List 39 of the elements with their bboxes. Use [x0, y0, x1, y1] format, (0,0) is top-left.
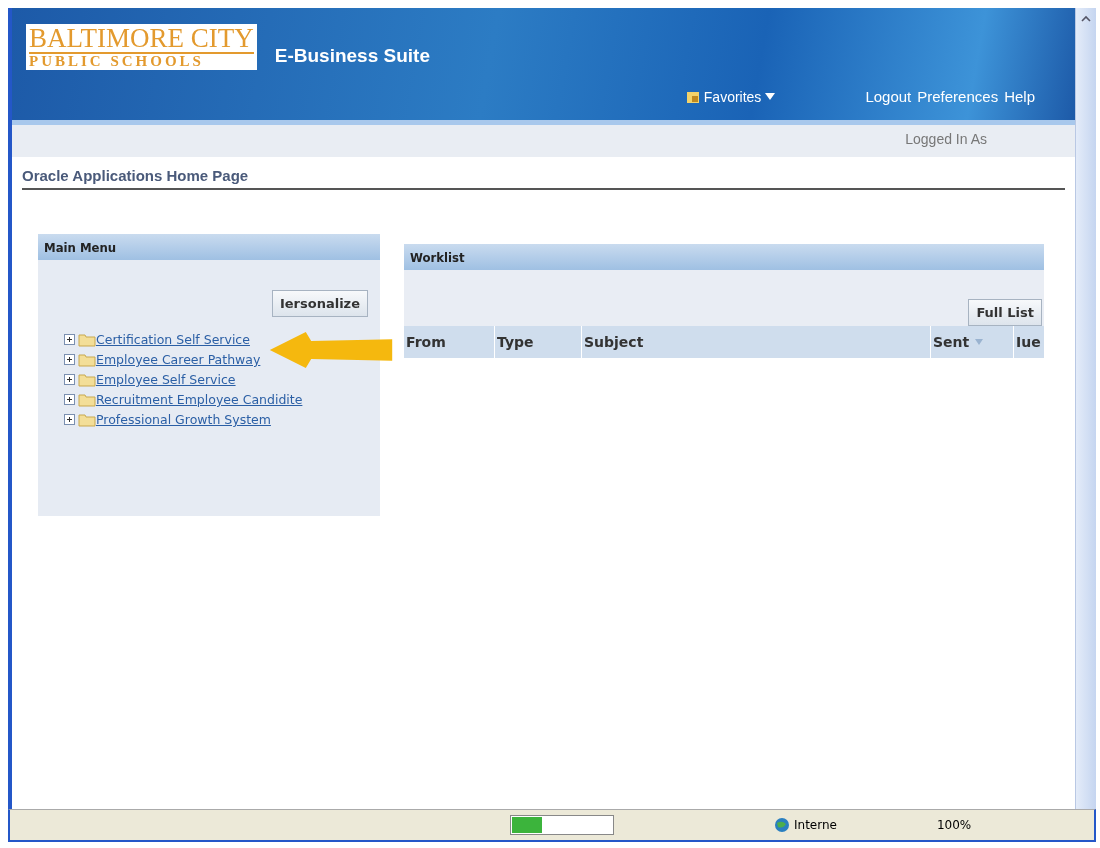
menu-link[interactable]: Recruitment Employee Candidite: [96, 392, 303, 407]
globe-icon: [774, 817, 790, 833]
column-header[interactable]: Iue: [1014, 326, 1044, 358]
folder-icon: [78, 392, 96, 407]
expand-icon[interactable]: [64, 354, 75, 365]
personalize-button[interactable]: Iersonalize: [271, 290, 368, 317]
logged-in-label: Logged In As: [905, 131, 987, 147]
page-title: Oracle Applications Home Page: [22, 167, 1065, 190]
global-link[interactable]: Logout: [865, 88, 912, 105]
full-list-button[interactable]: Full List: [968, 299, 1042, 326]
column-header[interactable]: Subject: [582, 326, 931, 358]
expand-icon[interactable]: [64, 394, 75, 405]
column-header[interactable]: Type: [495, 326, 582, 358]
logo-text: PUBLIC SCHOOLS: [29, 52, 254, 69]
caret-icon: [765, 92, 776, 101]
favorites-menu[interactable]: Favorites: [685, 88, 776, 105]
expand-icon[interactable]: [64, 334, 75, 345]
panel-title: Worklist: [410, 249, 465, 265]
expand-icon[interactable]: [64, 374, 75, 385]
column-header[interactable]: Sent: [931, 326, 1014, 358]
folder-icon: [78, 372, 96, 387]
menu-link[interactable]: Employee Career Pathway: [96, 352, 261, 367]
menu-link[interactable]: Employee Self Service: [96, 372, 236, 387]
suite-title: E-Business Suite: [274, 45, 430, 67]
menu-link[interactable]: Professional Growth System: [96, 412, 271, 427]
zoom-level[interactable]: 100%: [936, 818, 972, 832]
global-link[interactable]: Help: [1004, 88, 1035, 105]
folder-icon: [78, 332, 96, 347]
folder-icon: [78, 412, 96, 427]
favorites-label: Favorites: [703, 88, 762, 105]
folder-icon: [78, 352, 96, 367]
expand-icon[interactable]: [64, 414, 75, 425]
zone-label: Interne: [794, 818, 837, 832]
logo-text: BALTIMORE CITY: [29, 25, 254, 52]
scrollbar[interactable]: [1075, 8, 1096, 809]
global-link[interactable]: Preferences: [917, 88, 999, 105]
menu-link[interactable]: Certification Self Service: [96, 332, 250, 347]
panel-title: Main Menu: [44, 239, 117, 255]
column-header[interactable]: From: [404, 326, 495, 358]
